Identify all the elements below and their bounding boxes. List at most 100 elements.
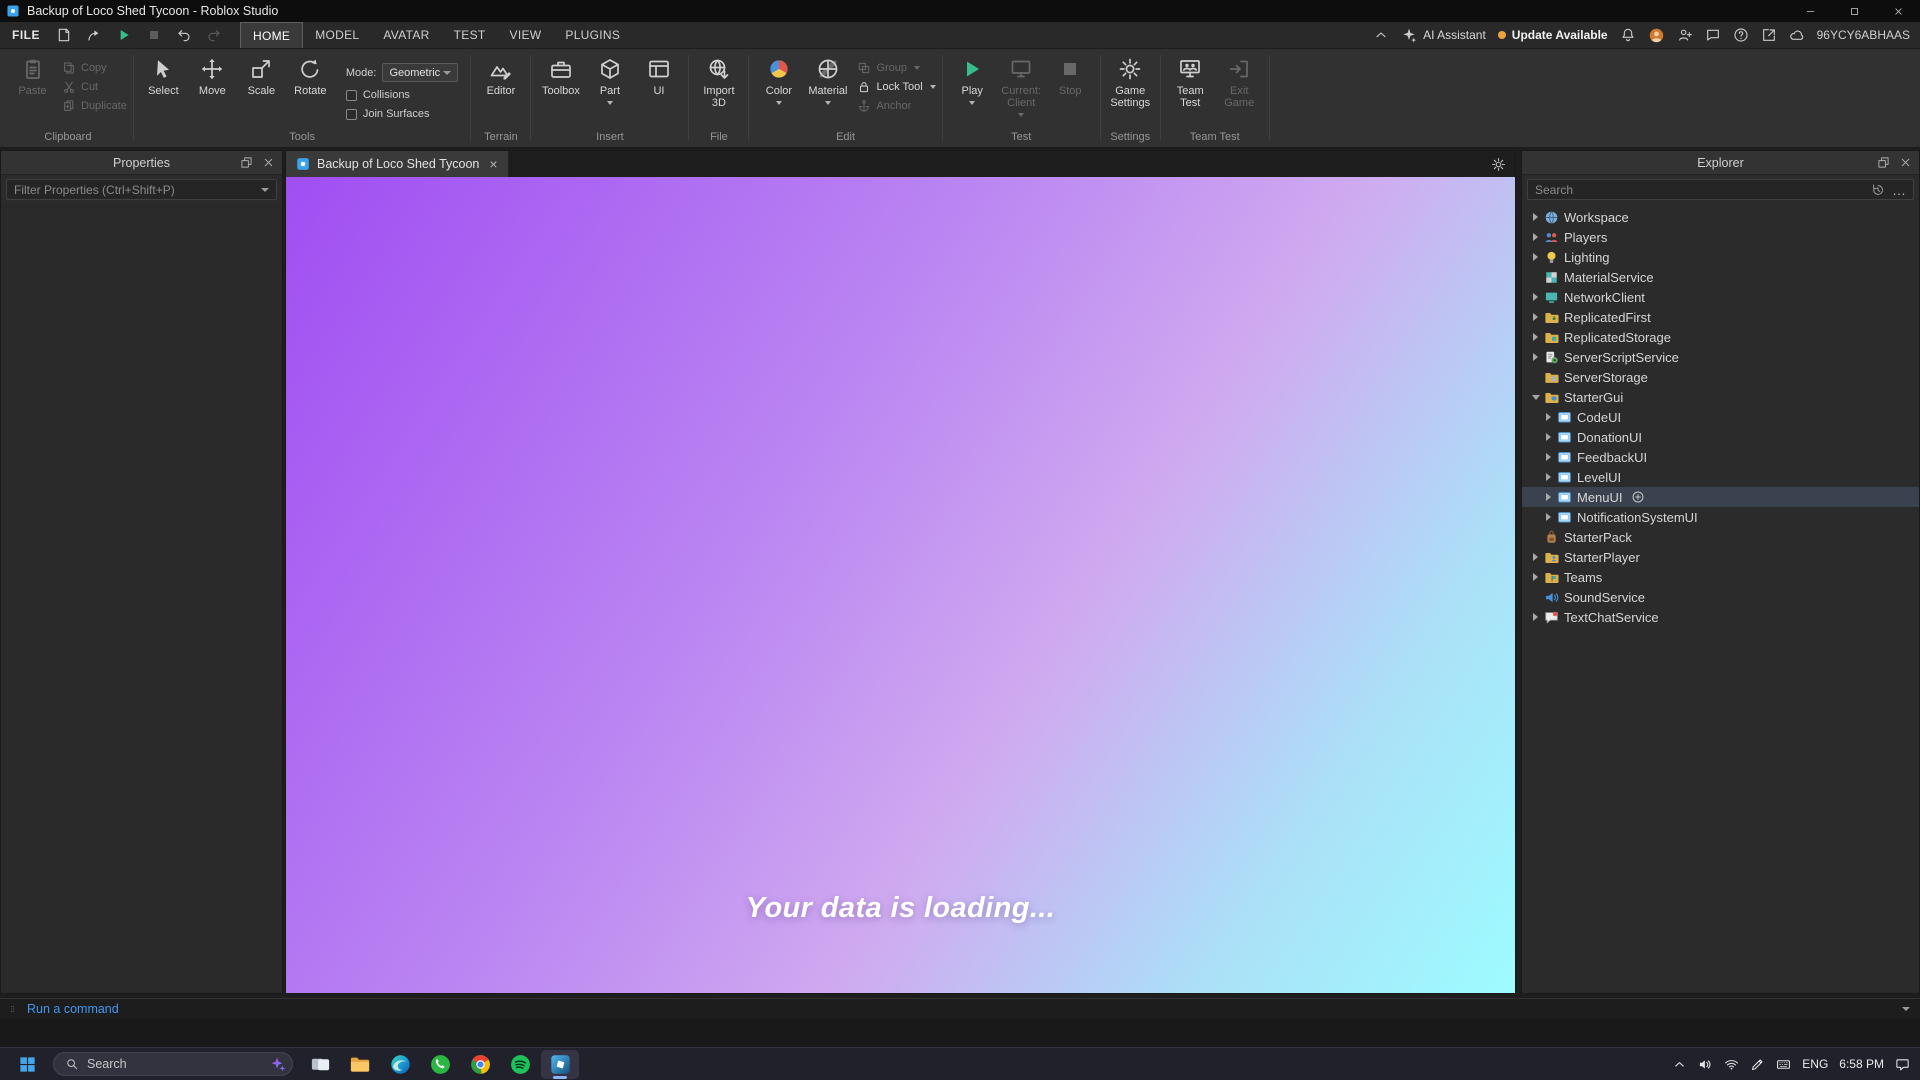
taskbar-app-file-explorer[interactable] [341,1050,379,1079]
clock[interactable]: 6:58 PM [1839,1057,1884,1071]
taskbar-app-roblox-studio[interactable] [541,1049,579,1079]
explorer-item-feedbackui[interactable]: FeedbackUI [1522,447,1919,467]
username-label[interactable]: 96YCY6ABHAAS [1817,28,1910,42]
explorer-item-donationui[interactable]: DonationUI [1522,427,1919,447]
expand-arrow-icon[interactable] [1530,212,1541,223]
collapse-arrow-icon[interactable] [1530,392,1541,403]
ribbon-button-play[interactable]: Play [949,55,996,105]
ribbon-button-exit-game[interactable]: Exit Game [1216,55,1263,109]
history-icon[interactable] [1871,183,1885,197]
close-panel-icon[interactable] [1899,156,1912,169]
ribbon-button-move[interactable]: Move [189,55,236,97]
expand-arrow-icon[interactable] [1543,452,1554,463]
explorer-item-startergui[interactable]: StarterGui [1522,387,1919,407]
collaborate-icon[interactable] [1677,27,1693,43]
cloud-sync-icon[interactable] [1789,27,1805,43]
expand-arrow-icon[interactable] [1530,252,1541,263]
explorer-item-serverstorage[interactable]: ServerStorage [1522,367,1919,387]
maximize-button[interactable] [1832,0,1876,22]
expand-arrow-icon[interactable] [1530,232,1541,243]
explorer-item-starterpack[interactable]: StarterPack [1522,527,1919,547]
menu-tab-home[interactable]: HOME [240,22,304,48]
ribbon-button-color[interactable]: Color [755,55,802,105]
drag-handle-icon[interactable] [10,1002,18,1016]
explorer-item-replicatedstorage[interactable]: ReplicatedStorage [1522,327,1919,347]
menu-tab-avatar[interactable]: AVATAR [371,22,441,48]
close-panel-icon[interactable] [262,156,275,169]
close-button[interactable] [1876,0,1920,22]
expand-arrow-icon[interactable] [1530,552,1541,563]
command-bar-dropdown-icon[interactable] [1902,1007,1910,1011]
float-panel-icon[interactable] [240,156,253,169]
game-viewport-canvas[interactable]: Your data is loading... [286,177,1515,993]
ribbon-button-cut[interactable]: Cut [62,80,127,94]
ribbon-button-paste[interactable]: Paste [9,55,56,97]
account-avatar-icon[interactable] [1648,27,1665,44]
explorer-item-notificationsystemui[interactable]: NotificationSystemUI [1522,507,1919,527]
stop-quick-icon[interactable] [146,27,162,43]
viewport-settings-gear-icon[interactable] [1491,157,1506,172]
explorer-item-replicatedfirst[interactable]: ReplicatedFirst [1522,307,1919,327]
mode-dropdown[interactable]: Geometric [382,63,459,82]
touch-keyboard-icon[interactable] [1776,1057,1791,1072]
ribbon-button-group[interactable]: Group [857,61,935,75]
expand-arrow-icon[interactable] [1530,352,1541,363]
float-panel-icon[interactable] [1877,156,1890,169]
ribbon-button-rotate[interactable]: Rotate [287,55,334,97]
menu-tab-plugins[interactable]: PLUGINS [553,22,632,48]
notifications-icon[interactable] [1620,27,1636,43]
explorer-item-starterplayer[interactable]: StarterPlayer [1522,547,1919,567]
ribbon-button-editor[interactable]: Editor [477,55,524,97]
explorer-item-workspace[interactable]: Workspace [1522,207,1919,227]
expand-arrow-icon[interactable] [1530,332,1541,343]
explorer-item-serverscriptservice[interactable]: ServerScriptService [1522,347,1919,367]
expand-arrow-icon[interactable] [1543,472,1554,483]
menu-tab-model[interactable]: MODEL [303,22,371,48]
more-options-icon[interactable]: … [1892,183,1906,197]
explorer-item-textchatservice[interactable]: TextChatService [1522,607,1919,627]
checkbox-join-surfaces[interactable]: Join Surfaces [345,108,459,120]
expand-arrow-icon[interactable] [1543,412,1554,423]
ribbon-button-duplicate[interactable]: Duplicate [62,99,127,113]
ribbon-button-import-3d[interactable]: Import 3D [695,55,742,109]
volume-icon[interactable] [1698,1057,1713,1072]
explorer-item-lighting[interactable]: Lighting [1522,247,1919,267]
ribbon-button-game-settings[interactable]: Game Settings [1107,55,1154,109]
start-button[interactable] [8,1048,46,1080]
explorer-item-soundservice[interactable]: SoundService [1522,587,1919,607]
ribbon-button-scale[interactable]: Scale [238,55,285,97]
menu-tab-view[interactable]: VIEW [498,22,554,48]
ribbon-button-select[interactable]: Select [140,55,187,97]
ai-assistant-button[interactable]: AI Assistant [1401,27,1486,43]
file-menu-button[interactable]: FILE [12,28,40,42]
publish-quick-icon[interactable] [86,27,102,43]
share-icon[interactable] [1761,27,1777,43]
taskbar-app-chrome[interactable] [461,1050,499,1079]
expand-arrow-icon[interactable] [1530,612,1541,623]
expand-arrow-icon[interactable] [1530,312,1541,323]
hidden-icons-chevron-icon[interactable] [1672,1057,1687,1072]
explorer-item-teams[interactable]: Teams [1522,567,1919,587]
pen-icon[interactable] [1750,1057,1765,1072]
command-bar[interactable]: Run a command [0,998,1920,1019]
taskbar-app-spotify[interactable] [501,1050,539,1079]
ribbon-button-team-test[interactable]: Team Test [1167,55,1214,109]
minimize-button[interactable] [1788,0,1832,22]
close-tab-icon[interactable]: × [489,157,497,171]
explorer-item-menuui[interactable]: MenuUI [1522,487,1919,507]
save-quick-icon[interactable] [56,27,72,43]
taskbar-app-edge[interactable] [381,1050,419,1079]
play-quick-icon[interactable] [116,27,132,43]
redo-quick-icon[interactable] [206,27,222,43]
explorer-item-networkclient[interactable]: NetworkClient [1522,287,1919,307]
help-icon[interactable] [1733,27,1749,43]
ribbon-button-material[interactable]: Material [804,55,851,105]
checkbox-collisions[interactable]: Collisions [345,89,459,101]
expand-arrow-icon[interactable] [1543,432,1554,443]
ribbon-button-toolbox[interactable]: Toolbox [537,55,584,97]
undo-quick-icon[interactable] [176,27,192,43]
explorer-item-codeui[interactable]: CodeUI [1522,407,1919,427]
expand-arrow-icon[interactable] [1543,512,1554,523]
ribbon-button-ui[interactable]: UI [635,55,682,97]
expand-arrow-icon[interactable] [1543,492,1554,503]
